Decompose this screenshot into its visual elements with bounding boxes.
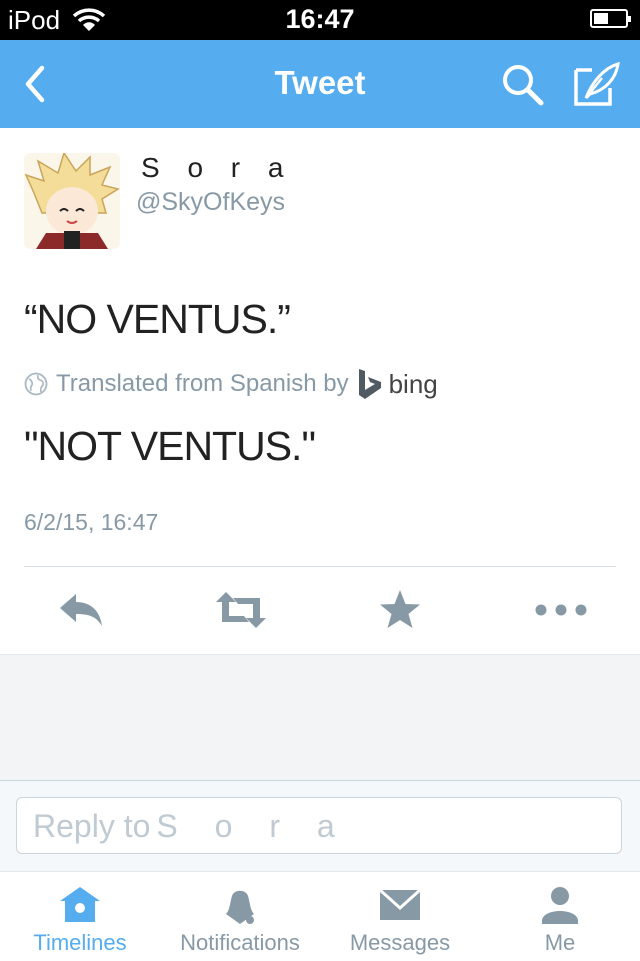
clock: 16:47 — [285, 4, 355, 34]
reply-input[interactable]: Reply to S o r a — [16, 797, 622, 854]
battery-icon — [590, 9, 631, 28]
tab-label: Me — [544, 930, 576, 955]
compose-tweet-icon[interactable] — [572, 60, 622, 108]
translator-name: bing — [388, 368, 438, 399]
navigation-bar: Tweet — [0, 40, 640, 128]
retweet-icon[interactable] — [214, 588, 268, 632]
translation-note: Translated from Spanish by — [56, 370, 349, 397]
tab-notifications[interactable]: Notifications — [160, 872, 320, 961]
tab-label: Notifications — [180, 930, 300, 955]
reply-placeholder-name: S o r a — [156, 808, 349, 844]
favorite-star-icon[interactable] — [376, 588, 424, 632]
avatar-image — [24, 153, 120, 249]
status-bar: iPod 16:47 — [0, 0, 640, 40]
reply-icon[interactable] — [56, 588, 104, 632]
avatar[interactable] — [24, 153, 120, 249]
bell-icon — [226, 890, 254, 924]
home-icon — [60, 887, 100, 922]
tab-me[interactable]: Me — [480, 872, 640, 961]
reply-bar: Reply to S o r a — [0, 780, 640, 872]
tab-bar: Timelines Notifications Messages Me — [0, 871, 640, 961]
replies-area — [0, 654, 640, 781]
tab-label: Timelines — [33, 930, 127, 955]
translated-tweet-text: "NOT VENTUS." — [24, 423, 316, 469]
bing-logo-icon — [358, 369, 381, 399]
translation-attribution: Translated from Spanish by bing — [24, 366, 438, 402]
tab-messages[interactable]: Messages — [320, 872, 480, 961]
person-icon — [542, 887, 578, 924]
tab-label: Messages — [349, 930, 451, 955]
divider — [24, 566, 616, 567]
reply-placeholder-prefix: Reply to — [33, 808, 151, 844]
tweet-timestamp: 6/2/15, 16:47 — [24, 509, 159, 535]
tab-timelines[interactable]: Timelines — [0, 872, 160, 961]
tweet-author-handle[interactable]: @SkyOfKeys — [136, 188, 285, 217]
tweet-author-name[interactable]: S o r a — [141, 152, 293, 184]
more-options-icon[interactable] — [534, 588, 588, 632]
globe-icon — [24, 372, 48, 396]
envelope-icon — [378, 888, 422, 920]
tweet-text: “NO VENTUS.” — [24, 296, 291, 342]
search-icon[interactable] — [500, 62, 546, 108]
